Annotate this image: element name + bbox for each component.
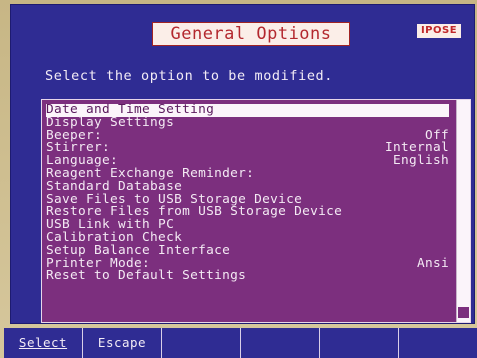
softkey-3[interactable] bbox=[162, 328, 241, 358]
softkey-5[interactable] bbox=[320, 328, 399, 358]
softkey-4[interactable] bbox=[241, 328, 320, 358]
softkey-6[interactable] bbox=[399, 328, 477, 358]
scroll-thumb[interactable] bbox=[458, 307, 469, 318]
page-title: General Options bbox=[152, 22, 350, 46]
softkey-bar: Select Escape bbox=[4, 328, 477, 358]
option-label: Reset to Default Settings bbox=[46, 268, 247, 284]
softkey-select[interactable]: Select bbox=[4, 328, 83, 358]
options-list[interactable]: Date and Time Setting Display Settings Bee… bbox=[41, 99, 471, 323]
device-bezel: General Options IPOSE Select the option … bbox=[0, 0, 477, 358]
brand-logo: IPOSE bbox=[417, 24, 461, 38]
option-value: Ansi bbox=[416, 255, 449, 271]
display-screen: General Options IPOSE Select the option … bbox=[10, 4, 475, 324]
instruction-text: Select the option to be modified. bbox=[45, 68, 334, 84]
option-item[interactable]: Display Settings bbox=[46, 116, 449, 130]
option-value: English bbox=[392, 153, 449, 169]
scrollbar[interactable] bbox=[456, 100, 470, 322]
option-item[interactable]: Reset to Default Settings bbox=[46, 268, 449, 284]
softkey-escape[interactable]: Escape bbox=[83, 328, 162, 358]
